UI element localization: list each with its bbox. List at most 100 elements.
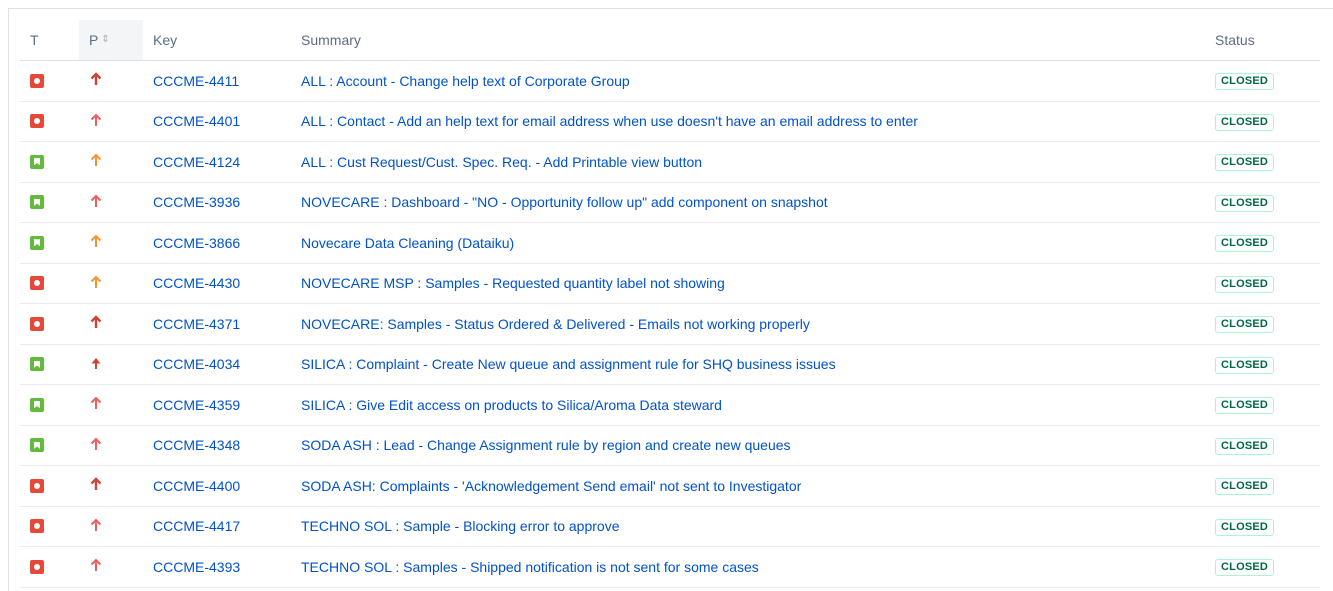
issue-status-cell: CLOSED — [1215, 546, 1320, 588]
column-header-key[interactable]: Key — [143, 20, 291, 61]
priority-cell — [79, 303, 143, 345]
issue-status-cell: CLOSED — [1215, 425, 1320, 466]
issue-key-cell: CCCME-4401 — [143, 101, 291, 142]
issue-rows: CCCME-4411 ALL : Account - Change help te… — [20, 60, 1320, 588]
priority-cell — [79, 506, 143, 547]
issue-summary-cell: SODA ASH : Lead - Change Assignment rule… — [291, 425, 1215, 466]
issue-summary-cell: SODA ASH: Complaints - 'Acknowledgement … — [291, 465, 1215, 507]
table-row[interactable]: CCCME-4034 SILICA : Complaint - Create Ne… — [20, 344, 1320, 385]
issue-type-cell — [20, 222, 79, 264]
issue-key-link[interactable]: CCCME-3866 — [143, 235, 240, 251]
issue-status-cell: CLOSED — [1215, 384, 1320, 426]
table-row[interactable]: CCCME-4348 SODA ASH : Lead - Change Assig… — [20, 425, 1320, 466]
issue-summary-link[interactable]: SODA ASH : Lead - Change Assignment rule… — [291, 437, 791, 453]
issue-summary-cell: NOVECARE : Dashboard - "NO - Opportunity… — [291, 182, 1215, 223]
issue-summary-link[interactable]: TECHNO SOL : Sample - Blocking error to … — [291, 518, 620, 534]
table-row[interactable]: CCCME-3866 Novecare Data Cleaning (Dataik… — [20, 222, 1320, 264]
issue-summary-link[interactable]: SILICA : Give Edit access on products to… — [291, 397, 722, 413]
issue-summary-cell: ALL : Contact - Add an help text for ema… — [291, 101, 1215, 142]
issue-status-cell: CLOSED — [1215, 344, 1320, 385]
issue-summary-link[interactable]: ALL : Cust Request/Cust. Spec. Req. - Ad… — [291, 154, 702, 170]
story-icon — [30, 397, 44, 412]
issue-summary-link[interactable]: ALL : Account - Change help text of Corp… — [291, 73, 630, 89]
issue-type-cell — [20, 101, 79, 142]
table-row[interactable]: CCCME-4417 TECHNO SOL : Sample - Blocking… — [20, 506, 1320, 547]
priority-highest-arrow-icon — [89, 72, 103, 86]
column-header-priority[interactable]: P ⇕ — [79, 20, 143, 61]
priority-cell — [79, 263, 143, 304]
bug-icon — [30, 478, 44, 493]
issue-key-cell: CCCME-4411 — [143, 60, 291, 102]
issue-key-link[interactable]: CCCME-3936 — [143, 194, 240, 210]
table-row[interactable]: CCCME-4430 NOVECARE MSP : Samples - Reque… — [20, 263, 1320, 304]
column-header-type[interactable]: T — [20, 20, 79, 61]
status-badge: CLOSED — [1215, 518, 1275, 536]
priority-highest-arrow-icon — [89, 477, 103, 491]
table-header-row: T P ⇕ Key Summary Status — [20, 20, 1320, 61]
issue-key-link[interactable]: CCCME-4371 — [143, 316, 240, 332]
issue-summary-link[interactable]: NOVECARE MSP : Samples - Requested quant… — [291, 275, 725, 291]
issue-type-cell — [20, 263, 79, 304]
issue-summary-link[interactable]: SODA ASH: Complaints - 'Acknowledgement … — [291, 478, 801, 494]
column-header-status[interactable]: Status — [1215, 20, 1320, 61]
bug-icon — [30, 276, 44, 291]
issue-key-link[interactable]: CCCME-4393 — [143, 559, 240, 575]
issue-key-cell: CCCME-4124 — [143, 141, 291, 183]
priority-cell — [79, 344, 143, 385]
issue-type-cell — [20, 344, 79, 385]
priority-highest-arrow-icon — [89, 315, 103, 329]
issue-key-link[interactable]: CCCME-4417 — [143, 518, 240, 534]
status-badge: CLOSED — [1215, 316, 1275, 334]
priority-high-arrow-icon — [89, 194, 103, 208]
issue-key-link[interactable]: CCCME-4348 — [143, 437, 240, 453]
table-row[interactable]: CCCME-4124 ALL : Cust Request/Cust. Spec.… — [20, 141, 1320, 183]
issue-type-cell — [20, 425, 79, 466]
issue-summary-cell: SILICA : Complaint - Create New queue an… — [291, 344, 1215, 385]
bug-icon — [30, 519, 44, 534]
issue-key-cell: CCCME-3936 — [143, 182, 291, 223]
issue-table: T P ⇕ Key Summary Status CCCME-4411 ALL … — [20, 20, 1320, 588]
issue-table-panel: T P ⇕ Key Summary Status CCCME-4411 ALL … — [8, 8, 1333, 591]
table-row[interactable]: CCCME-4371 NOVECARE: Samples - Status Ord… — [20, 303, 1320, 345]
story-icon — [30, 235, 44, 250]
priority-high-arrow-icon — [89, 437, 103, 451]
issue-summary-link[interactable]: NOVECARE : Dashboard - "NO - Opportunity… — [291, 194, 828, 210]
issue-status-cell: CLOSED — [1215, 263, 1320, 304]
table-row[interactable]: CCCME-4393 TECHNO SOL : Samples - Shipped… — [20, 546, 1320, 588]
issue-key-link[interactable]: CCCME-4124 — [143, 154, 240, 170]
issue-summary-link[interactable]: Novecare Data Cleaning (Dataiku) — [291, 235, 514, 251]
issue-key-link[interactable]: CCCME-4359 — [143, 397, 240, 413]
priority-medium-arrow-icon — [89, 234, 103, 248]
table-row[interactable]: CCCME-3936 NOVECARE : Dashboard - "NO - O… — [20, 182, 1320, 223]
issue-key-link[interactable]: CCCME-4400 — [143, 478, 240, 494]
issue-summary-link[interactable]: TECHNO SOL : Samples - Shipped notificat… — [291, 559, 759, 575]
column-header-type-label: T — [30, 32, 39, 48]
issue-summary-link[interactable]: ALL : Contact - Add an help text for ema… — [291, 113, 918, 129]
issue-status-cell: CLOSED — [1215, 60, 1320, 102]
issue-type-cell — [20, 384, 79, 426]
table-row[interactable]: CCCME-4400 SODA ASH: Complaints - 'Acknow… — [20, 465, 1320, 507]
issue-key-link[interactable]: CCCME-4430 — [143, 275, 240, 291]
priority-medium-arrow-icon — [89, 275, 103, 289]
status-badge: CLOSED — [1215, 478, 1275, 496]
issue-summary-cell: ALL : Account - Change help text of Corp… — [291, 60, 1215, 102]
priority-cell — [79, 141, 143, 183]
issue-key-link[interactable]: CCCME-4034 — [143, 356, 240, 372]
issue-summary-link[interactable]: NOVECARE: Samples - Status Ordered & Del… — [291, 316, 810, 332]
table-row[interactable]: CCCME-4411 ALL : Account - Change help te… — [20, 60, 1320, 102]
issue-type-cell — [20, 506, 79, 547]
issue-summary-link[interactable]: SILICA : Complaint - Create New queue an… — [291, 356, 836, 372]
issue-status-cell: CLOSED — [1215, 182, 1320, 223]
column-header-key-label: Key — [153, 32, 178, 48]
table-row[interactable]: CCCME-4359 SILICA : Give Edit access on p… — [20, 384, 1320, 426]
sort-icon[interactable]: ⇕ — [101, 35, 109, 45]
priority-medium-arrow-icon — [89, 153, 103, 167]
issue-key-link[interactable]: CCCME-4411 — [143, 73, 239, 89]
issue-summary-cell: TECHNO SOL : Samples - Shipped notificat… — [291, 546, 1215, 588]
status-badge: CLOSED — [1215, 559, 1275, 577]
issue-key-link[interactable]: CCCME-4401 — [143, 113, 240, 129]
column-header-summary[interactable]: Summary — [291, 20, 1215, 61]
priority-cell — [79, 182, 143, 223]
table-row[interactable]: CCCME-4401 ALL : Contact - Add an help te… — [20, 101, 1320, 142]
bug-icon — [30, 73, 44, 88]
